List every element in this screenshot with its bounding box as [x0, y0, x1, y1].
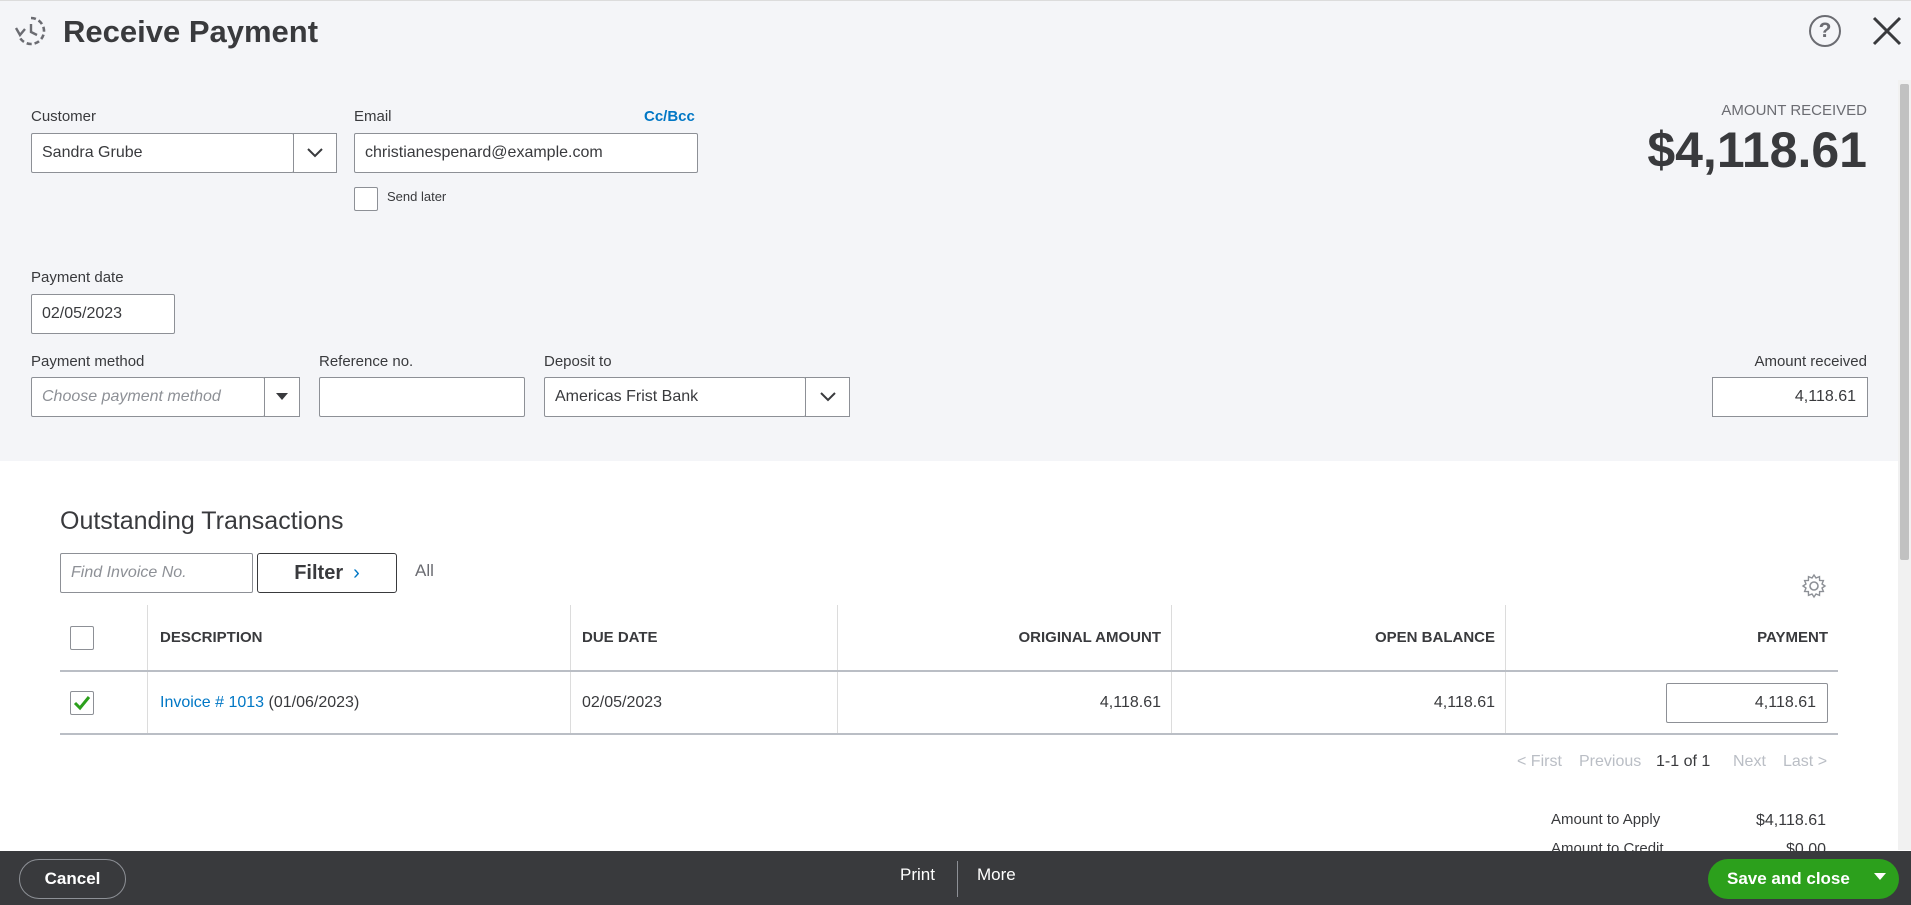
save-options-caret-icon[interactable] [1874, 873, 1886, 880]
outstanding-transactions-title: Outstanding Transactions [60, 507, 344, 535]
send-later-label: Send later [387, 189, 447, 204]
more-button[interactable]: More [977, 865, 1016, 885]
invoice-link[interactable]: Invoice # 1013 [160, 694, 264, 712]
deposit-to-label: Deposit to [544, 353, 612, 370]
footer-divider [957, 861, 958, 897]
amount-to-apply-label: Amount to Apply [1551, 811, 1661, 828]
amount-received-summary-label: AMOUNT RECEIVED [1721, 102, 1867, 119]
amount-received-total: $4,118.61 [1647, 122, 1867, 178]
pager-first[interactable]: < First [1517, 753, 1562, 771]
deposit-to-dropdown-button[interactable] [805, 377, 850, 417]
row-checkbox[interactable] [70, 690, 94, 715]
select-all-cell [70, 605, 110, 670]
table-row: Invoice # 1013 (01/06/2023) 02/05/2023 4… [60, 672, 1838, 735]
filter-button[interactable]: Filter › [257, 553, 397, 593]
reference-label: Reference no. [319, 353, 414, 370]
payment-method-select[interactable]: Choose payment method [31, 377, 265, 417]
help-icon[interactable]: ? [1809, 15, 1841, 47]
email-label: Email [354, 108, 392, 125]
amount-received-field[interactable]: 4,118.61 [1712, 377, 1868, 417]
payment-date-label: Payment date [31, 269, 124, 286]
cc-bcc-link[interactable]: Cc/Bcc [644, 108, 695, 125]
payment-date-field[interactable]: 02/05/2023 [31, 294, 175, 334]
chevron-down-icon [307, 148, 323, 158]
customer-select[interactable]: Sandra Grube [31, 133, 294, 173]
amount-to-apply-value: $4,118.61 [1756, 812, 1826, 829]
pager-next[interactable]: Next [1733, 753, 1766, 771]
open-balance-cell: 4,118.61 [1433, 693, 1495, 711]
close-icon[interactable] [1869, 13, 1905, 49]
customer-label: Customer [31, 108, 97, 125]
original-amount-cell: 4,118.61 [1099, 693, 1161, 711]
row-checkbox-cell [70, 672, 110, 733]
find-invoice-input[interactable]: Find Invoice No. [60, 553, 253, 593]
pager-previous[interactable]: Previous [1579, 753, 1641, 771]
due-date-cell: 02/05/2023 [582, 693, 663, 711]
scrollbar-thumb[interactable] [1900, 84, 1909, 560]
payment-method-label: Payment method [31, 353, 145, 370]
payment-input[interactable]: 4,118.61 [1666, 682, 1828, 723]
page-title: Receive Payment [63, 14, 319, 49]
col-description[interactable]: DESCRIPTION [160, 605, 263, 670]
payment-cell: 4,118.61 [1505, 672, 1838, 733]
print-button[interactable]: Print [900, 865, 935, 885]
save-and-close-button[interactable]: Save and close [1708, 859, 1899, 899]
email-field[interactable]: christianespenard@example.com [354, 133, 698, 173]
cancel-button[interactable]: Cancel [19, 859, 126, 899]
chevron-right-icon: › [353, 562, 360, 584]
deposit-to-select[interactable]: Americas Frist Bank [544, 377, 806, 417]
pager-current: 1-1 of 1 [1656, 753, 1711, 770]
chevron-down-icon [819, 392, 836, 402]
col-original-amount[interactable]: ORIGINAL AMOUNT [837, 605, 1171, 670]
select-all-checkbox[interactable] [70, 625, 94, 650]
send-later-checkbox[interactable] [354, 187, 378, 211]
description-cell: Invoice # 1013 (01/06/2023) [160, 672, 359, 733]
filter-button-label: Filter [294, 562, 344, 584]
filter-value: All [415, 561, 434, 580]
payment-method-dropdown-button[interactable] [264, 377, 300, 417]
customer-dropdown-button[interactable] [293, 133, 337, 173]
reference-field[interactable] [319, 377, 525, 417]
col-open-balance[interactable]: OPEN BALANCE [1171, 605, 1505, 670]
gear-icon[interactable] [1801, 573, 1827, 599]
checkmark-icon [73, 695, 91, 710]
footer-bar: Cancel Print More Save and close [0, 851, 1911, 905]
form-header-area: Receive Payment ? Customer Sandra Grube … [0, 0, 1911, 461]
table-header: DESCRIPTION DUE DATE ORIGINAL AMOUNT OPE… [60, 605, 1838, 672]
pager-last[interactable]: Last > [1783, 753, 1827, 771]
col-payment[interactable]: PAYMENT [1505, 605, 1838, 670]
invoice-date: (01/06/2023) [268, 693, 360, 711]
col-due-date[interactable]: DUE DATE [582, 605, 658, 670]
amount-received-label: Amount received [1754, 353, 1867, 370]
caret-down-icon [276, 393, 288, 400]
recurring-history-icon [14, 16, 46, 46]
